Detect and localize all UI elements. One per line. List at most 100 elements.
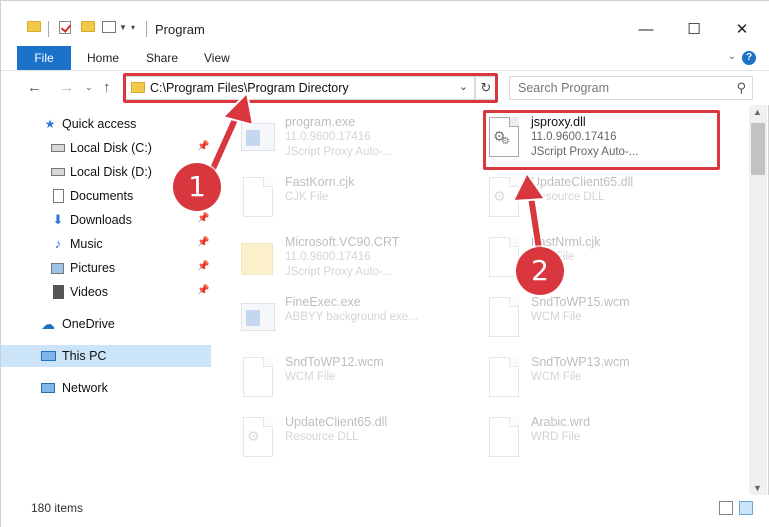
file-icon: [239, 177, 277, 223]
quick-access-toolbar-icon[interactable]: [102, 21, 116, 33]
file-item[interactable]: FastKorn.cjk CJK File: [239, 173, 479, 229]
close-button[interactable]: ✕: [719, 17, 765, 43]
dll-icon: ⚙: [485, 177, 523, 223]
item-count: 180 items: [31, 501, 84, 515]
file-item[interactable]: ⚙ UpdateClient65.dll Resource DLL: [485, 173, 725, 229]
large-icons-view-icon[interactable]: [739, 501, 753, 515]
step-1-badge: 1: [173, 163, 221, 211]
tab-home[interactable]: Home: [87, 46, 119, 70]
file-type: WRD File: [531, 431, 581, 443]
file-item[interactable]: ⚙ UpdateClient65.dll Resource DLL: [239, 413, 479, 469]
customize-toolbar-icon[interactable]: ▾: [131, 23, 135, 32]
file-icon: [239, 357, 277, 403]
title-separator: [48, 21, 49, 37]
sidebar-item-downloads[interactable]: ⬇ Downloads 📌: [1, 209, 211, 231]
sidebar-item-label: Documents: [70, 189, 134, 203]
documents-icon: [53, 189, 67, 203]
minimize-button[interactable]: —: [623, 17, 669, 43]
file-name: SndToWP12.wcm: [285, 355, 384, 369]
file-item[interactable]: SndToWP15.wcm WCM File: [485, 293, 725, 349]
scroll-up-icon[interactable]: ▲: [753, 107, 762, 117]
sidebar-item-quick-access[interactable]: ★ Quick access: [1, 113, 211, 135]
up-arrow-icon[interactable]: ↑: [103, 79, 111, 96]
file-name: Microsoft.VC90.CRT: [285, 235, 400, 249]
scrollbar-thumb[interactable]: [751, 123, 765, 175]
sidebar-item-music[interactable]: ♪ Music 📌: [1, 233, 211, 255]
help-icon[interactable]: ?: [742, 51, 756, 65]
file-type: WCM File: [285, 371, 336, 383]
file-type: Resource DLL: [531, 191, 605, 203]
downloads-icon: ⬇: [52, 212, 64, 227]
search-placeholder: Search Program: [518, 81, 610, 95]
pin-icon[interactable]: 📌: [197, 285, 209, 296]
maximize-button[interactable]: ☐: [671, 17, 717, 43]
file-item[interactable]: SndToWP12.wcm WCM File: [239, 353, 479, 409]
pin-icon[interactable]: 📌: [197, 237, 209, 248]
sidebar-item-label: OneDrive: [62, 317, 115, 331]
sidebar-item-label: Local Disk (C:): [70, 141, 152, 155]
file-name: SndToWP15.wcm: [531, 295, 630, 309]
sidebar-item-network[interactable]: Network: [1, 377, 211, 399]
sidebar-item-this-pc[interactable]: This PC: [1, 345, 211, 367]
pin-icon[interactable]: 📌: [197, 213, 209, 224]
address-bar-highlight: [123, 73, 498, 103]
file-description: JScript Proxy Auto-...: [285, 266, 393, 278]
sidebar-item-onedrive[interactable]: ☁ OneDrive: [1, 313, 211, 335]
pin-icon[interactable]: 📌: [197, 261, 209, 272]
window-title: Program: [155, 22, 205, 37]
sidebar-item-pictures[interactable]: Pictures 📌: [1, 257, 211, 279]
exe-icon: [239, 117, 277, 163]
file-item[interactable]: Microsoft.VC90.CRT 11.0.9600.17416 JScri…: [239, 233, 479, 289]
expand-ribbon-icon[interactable]: ⌄: [728, 51, 736, 62]
sidebar-item-videos[interactable]: Videos 📌: [1, 281, 211, 303]
tab-view[interactable]: View: [204, 46, 230, 70]
search-input[interactable]: Search Program ⚲: [509, 76, 753, 100]
tab-file[interactable]: File: [17, 46, 71, 70]
new-folder-icon[interactable]: [81, 21, 95, 32]
file-type: WCM File: [531, 311, 582, 323]
jsproxy-highlight: [483, 110, 720, 170]
file-type: CJK File: [285, 191, 329, 203]
file-item[interactable]: SndToWP13.wcm WCM File: [485, 353, 725, 409]
properties-check-icon[interactable]: [59, 21, 71, 34]
file-icon: [485, 357, 523, 403]
folder-icon: [239, 237, 277, 283]
file-name: UpdateClient65.dll: [285, 415, 388, 429]
vertical-scrollbar[interactable]: ▲ ▼: [749, 105, 767, 495]
onedrive-icon: ☁: [41, 316, 55, 332]
drive-icon: [51, 165, 65, 179]
folder-icon: [27, 21, 41, 32]
sidebar-item-label: Pictures: [70, 261, 116, 275]
navigation-pane: ★ Quick access Local Disk (C:) 📌 Local D…: [1, 105, 211, 495]
file-name: program.exe: [285, 115, 356, 129]
explorer-window: ▼ ▾ Program — ☐ ✕ File Home Share View ⌄…: [0, 0, 769, 527]
file-type: Resource DLL: [285, 431, 359, 443]
scroll-down-icon[interactable]: ▼: [753, 483, 762, 493]
file-type: WCM File: [531, 371, 582, 383]
file-name: FineExec.exe: [285, 295, 361, 309]
computer-icon: [41, 349, 56, 363]
sidebar-item-label: Local Disk (D:): [70, 165, 152, 179]
pictures-icon: [51, 261, 65, 275]
file-icon: [485, 417, 523, 463]
file-item[interactable]: program.exe 11.0.9600.17416 JScript Prox…: [239, 113, 479, 169]
star-icon: ★: [44, 117, 56, 131]
pin-icon[interactable]: 📌: [197, 141, 209, 152]
recent-locations-icon[interactable]: ⌄: [85, 82, 93, 93]
file-icon: [485, 297, 523, 343]
sidebar-item-local-disk-c[interactable]: Local Disk (C:) 📌: [1, 137, 211, 159]
file-item[interactable]: Arabic.wrd WRD File: [485, 413, 725, 469]
step-2-badge: 2: [516, 247, 564, 295]
forward-arrow-icon[interactable]: →: [59, 79, 74, 96]
sidebar-item-label: This PC: [62, 349, 107, 363]
chevron-down-icon[interactable]: ▼: [119, 23, 127, 32]
search-icon[interactable]: ⚲: [736, 80, 746, 96]
sidebar-item-label: Music: [70, 237, 103, 251]
sidebar-item-label: Quick access: [62, 117, 137, 131]
ribbon-tabs: File Home Share View ⌄ ?: [1, 45, 769, 71]
details-view-icon[interactable]: [719, 501, 733, 515]
file-name: UpdateClient65.dll: [531, 175, 634, 189]
back-arrow-icon[interactable]: ←: [27, 79, 42, 96]
file-item[interactable]: FineExec.exe ABBYY background exe...: [239, 293, 479, 349]
tab-share[interactable]: Share: [146, 46, 178, 70]
